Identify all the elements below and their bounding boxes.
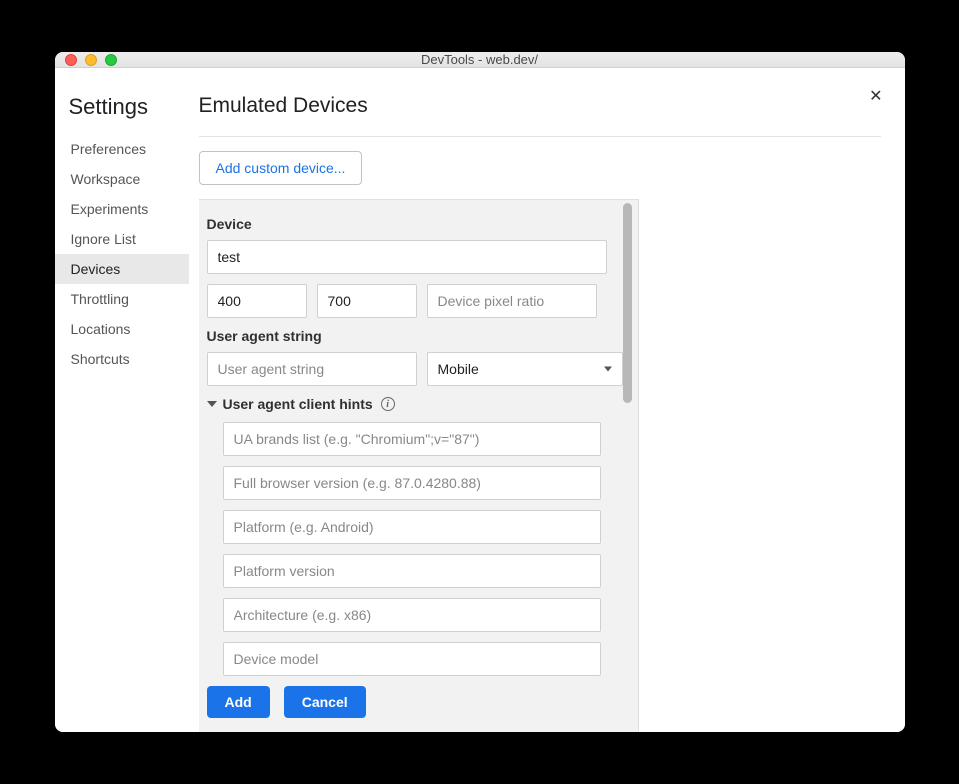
window-maximize-icon[interactable]: [105, 54, 117, 66]
sidebar-item-experiments[interactable]: Experiments: [69, 194, 185, 224]
device-name-input[interactable]: [207, 240, 607, 274]
ua-brands-input[interactable]: [223, 422, 601, 456]
device-form-panel: Device User agent string Mobile: [199, 199, 639, 732]
titlebar: DevTools - web.dev/: [55, 52, 905, 68]
ua-string-input[interactable]: [207, 352, 417, 386]
sidebar-item-preferences[interactable]: Preferences: [69, 134, 185, 164]
main: Emulated Devices Add custom device... De…: [185, 68, 905, 732]
sidebar-item-workspace[interactable]: Workspace: [69, 164, 185, 194]
info-icon[interactable]: i: [381, 397, 395, 411]
content: ✕ Settings Preferences Workspace Experim…: [55, 68, 905, 732]
window-title: DevTools - web.dev/: [55, 52, 905, 67]
ua-section-label: User agent string: [207, 328, 624, 344]
ua-platform-version-input[interactable]: [223, 554, 601, 588]
ua-client-hints-toggle[interactable]: User agent client hints i: [207, 396, 624, 412]
ua-client-hints-label: User agent client hints: [223, 396, 373, 412]
panel-wrap: Device User agent string Mobile: [199, 199, 881, 732]
page-heading: Emulated Devices: [199, 94, 881, 118]
add-custom-device-button[interactable]: Add custom device...: [199, 151, 363, 185]
sidebar-item-ignore-list[interactable]: Ignore List: [69, 224, 185, 254]
ua-client-hints-fields: [207, 422, 624, 676]
ua-type-select[interactable]: Mobile: [427, 352, 623, 386]
close-icon[interactable]: ✕: [869, 86, 882, 106]
cancel-button[interactable]: Cancel: [284, 686, 366, 718]
device-height-input[interactable]: [317, 284, 417, 318]
ua-platform-input[interactable]: [223, 510, 601, 544]
divider: [199, 136, 881, 137]
device-width-input[interactable]: [207, 284, 307, 318]
sidebar-title: Settings: [69, 94, 185, 120]
add-button[interactable]: Add: [207, 686, 270, 718]
sidebar-item-shortcuts[interactable]: Shortcuts: [69, 344, 185, 374]
ua-architecture-input[interactable]: [223, 598, 601, 632]
scrollbar[interactable]: [623, 203, 632, 403]
device-section-label: Device: [207, 216, 624, 232]
window-close-icon[interactable]: [65, 54, 77, 66]
sidebar-item-locations[interactable]: Locations: [69, 314, 185, 344]
ua-full-version-input[interactable]: [223, 466, 601, 500]
device-pixel-ratio-input[interactable]: [427, 284, 597, 318]
ua-device-model-input[interactable]: [223, 642, 601, 676]
window-minimize-icon[interactable]: [85, 54, 97, 66]
chevron-down-icon: [604, 367, 612, 372]
triangle-down-icon: [207, 401, 217, 407]
ua-type-value: Mobile: [438, 361, 479, 377]
sidebar-item-throttling[interactable]: Throttling: [69, 284, 185, 314]
window: DevTools - web.dev/ ✕ Settings Preferenc…: [55, 52, 905, 732]
traffic-lights: [65, 54, 117, 66]
sidebar-item-devices[interactable]: Devices: [55, 254, 189, 284]
sidebar: Settings Preferences Workspace Experimen…: [55, 68, 185, 732]
